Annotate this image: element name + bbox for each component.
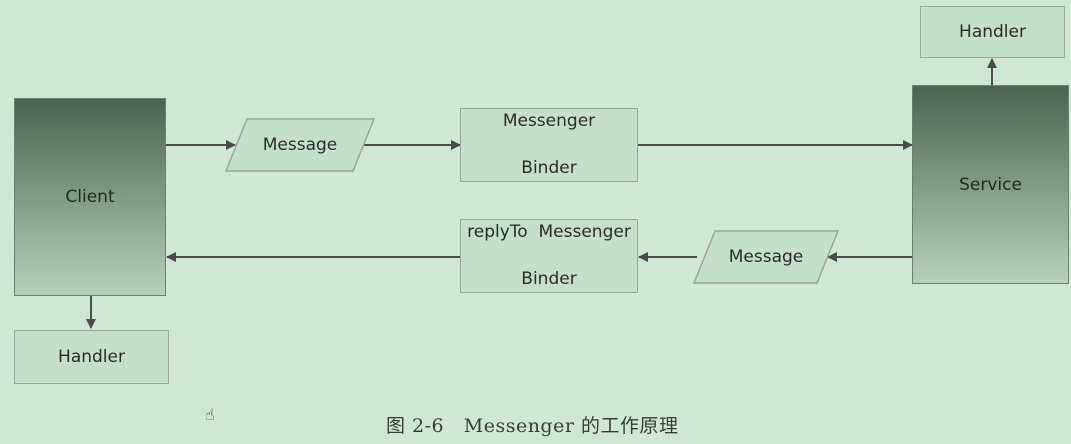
service-label: Service: [959, 174, 1022, 195]
service-node: Service: [912, 85, 1069, 284]
replyto-messenger-label: replyTo Messenger: [467, 222, 631, 242]
message-forward-node: Message: [225, 118, 375, 172]
hand-cursor-icon: ☝: [205, 405, 215, 424]
client-label: Client: [65, 187, 115, 207]
client-handler-label: Handler: [58, 347, 125, 367]
messenger-label: Messenger: [502, 111, 596, 131]
message-reply-node: Message: [693, 230, 839, 284]
service-handler-label: Handler: [959, 22, 1026, 42]
client-handler-node: Handler: [14, 330, 169, 384]
service-handler-node: Handler: [920, 6, 1065, 58]
binder-label: Binder: [521, 158, 577, 178]
messenger-binder-node: Messenger Binder: [460, 108, 638, 182]
client-node: Client: [14, 98, 166, 296]
replyto-binder-label: Binder: [521, 269, 577, 289]
replyto-binder-node: replyTo Messenger Binder: [460, 219, 638, 293]
figure-caption: 图 2-6 Messenger 的工作原理: [386, 415, 679, 437]
messenger-diagram: Client Handler Message Messenger Binder …: [0, 0, 1071, 444]
message-forward-label: Message: [262, 135, 338, 155]
message-reply-label: Message: [728, 247, 804, 267]
